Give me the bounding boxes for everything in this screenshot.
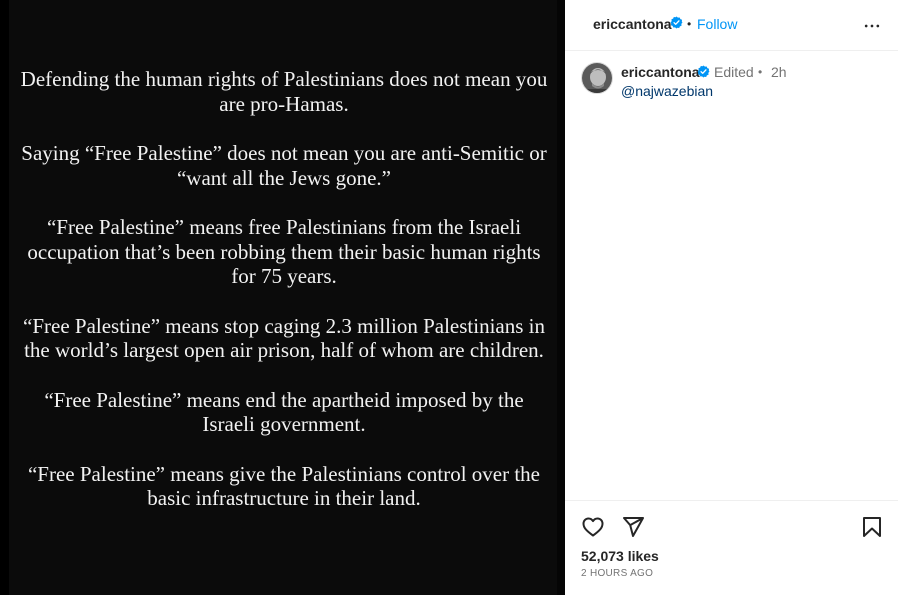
statement-paragraph: Saying “Free Palestine” does not mean yo…: [21, 141, 547, 190]
post-timestamp[interactable]: 2 HOURS AGO: [581, 568, 653, 579]
follow-button[interactable]: Follow: [697, 16, 737, 32]
bookmark-icon[interactable]: [860, 515, 884, 539]
statement-paragraph: Defending the human rights of Palestinia…: [20, 67, 548, 116]
actions-divider: [565, 500, 898, 501]
heart-icon[interactable]: [581, 515, 605, 539]
statement-paragraph: “Free Palestine” means give the Palestin…: [27, 461, 540, 511]
mention-link[interactable]: @najwazebian: [621, 83, 713, 99]
post-image-edge: [557, 0, 565, 595]
likes-count[interactable]: 52,073 likes: [581, 548, 659, 564]
header-separator: •: [687, 17, 692, 31]
header-username[interactable]: ericcantona: [593, 16, 672, 32]
verified-badge-icon: [670, 16, 683, 34]
statement-paragraph: “Free Palestine” means free Palestinians…: [27, 215, 541, 288]
verified-badge-icon: [697, 65, 710, 83]
caption-username[interactable]: ericcantona: [621, 64, 700, 80]
edited-label: Edited: [714, 64, 754, 80]
more-horizontal-icon[interactable]: [862, 16, 882, 36]
post-side-panel: ericcantona • Follow ericcantona Edited …: [565, 0, 898, 595]
caption-separator: •: [758, 65, 763, 79]
post-header: ericcantona • Follow: [565, 0, 898, 51]
post-statement: Defending the human rights of Palestinia…: [18, 67, 550, 536]
post-image[interactable]: Defending the human rights of Palestinia…: [0, 0, 565, 595]
paper-plane-icon[interactable]: [621, 515, 645, 539]
avatar[interactable]: [581, 62, 613, 94]
statement-paragraph: “Free Palestine” means end the apartheid…: [44, 387, 524, 437]
caption-time[interactable]: 2h: [771, 64, 787, 80]
statement-paragraph: “Free Palestine” means stop caging 2.3 m…: [23, 313, 545, 363]
